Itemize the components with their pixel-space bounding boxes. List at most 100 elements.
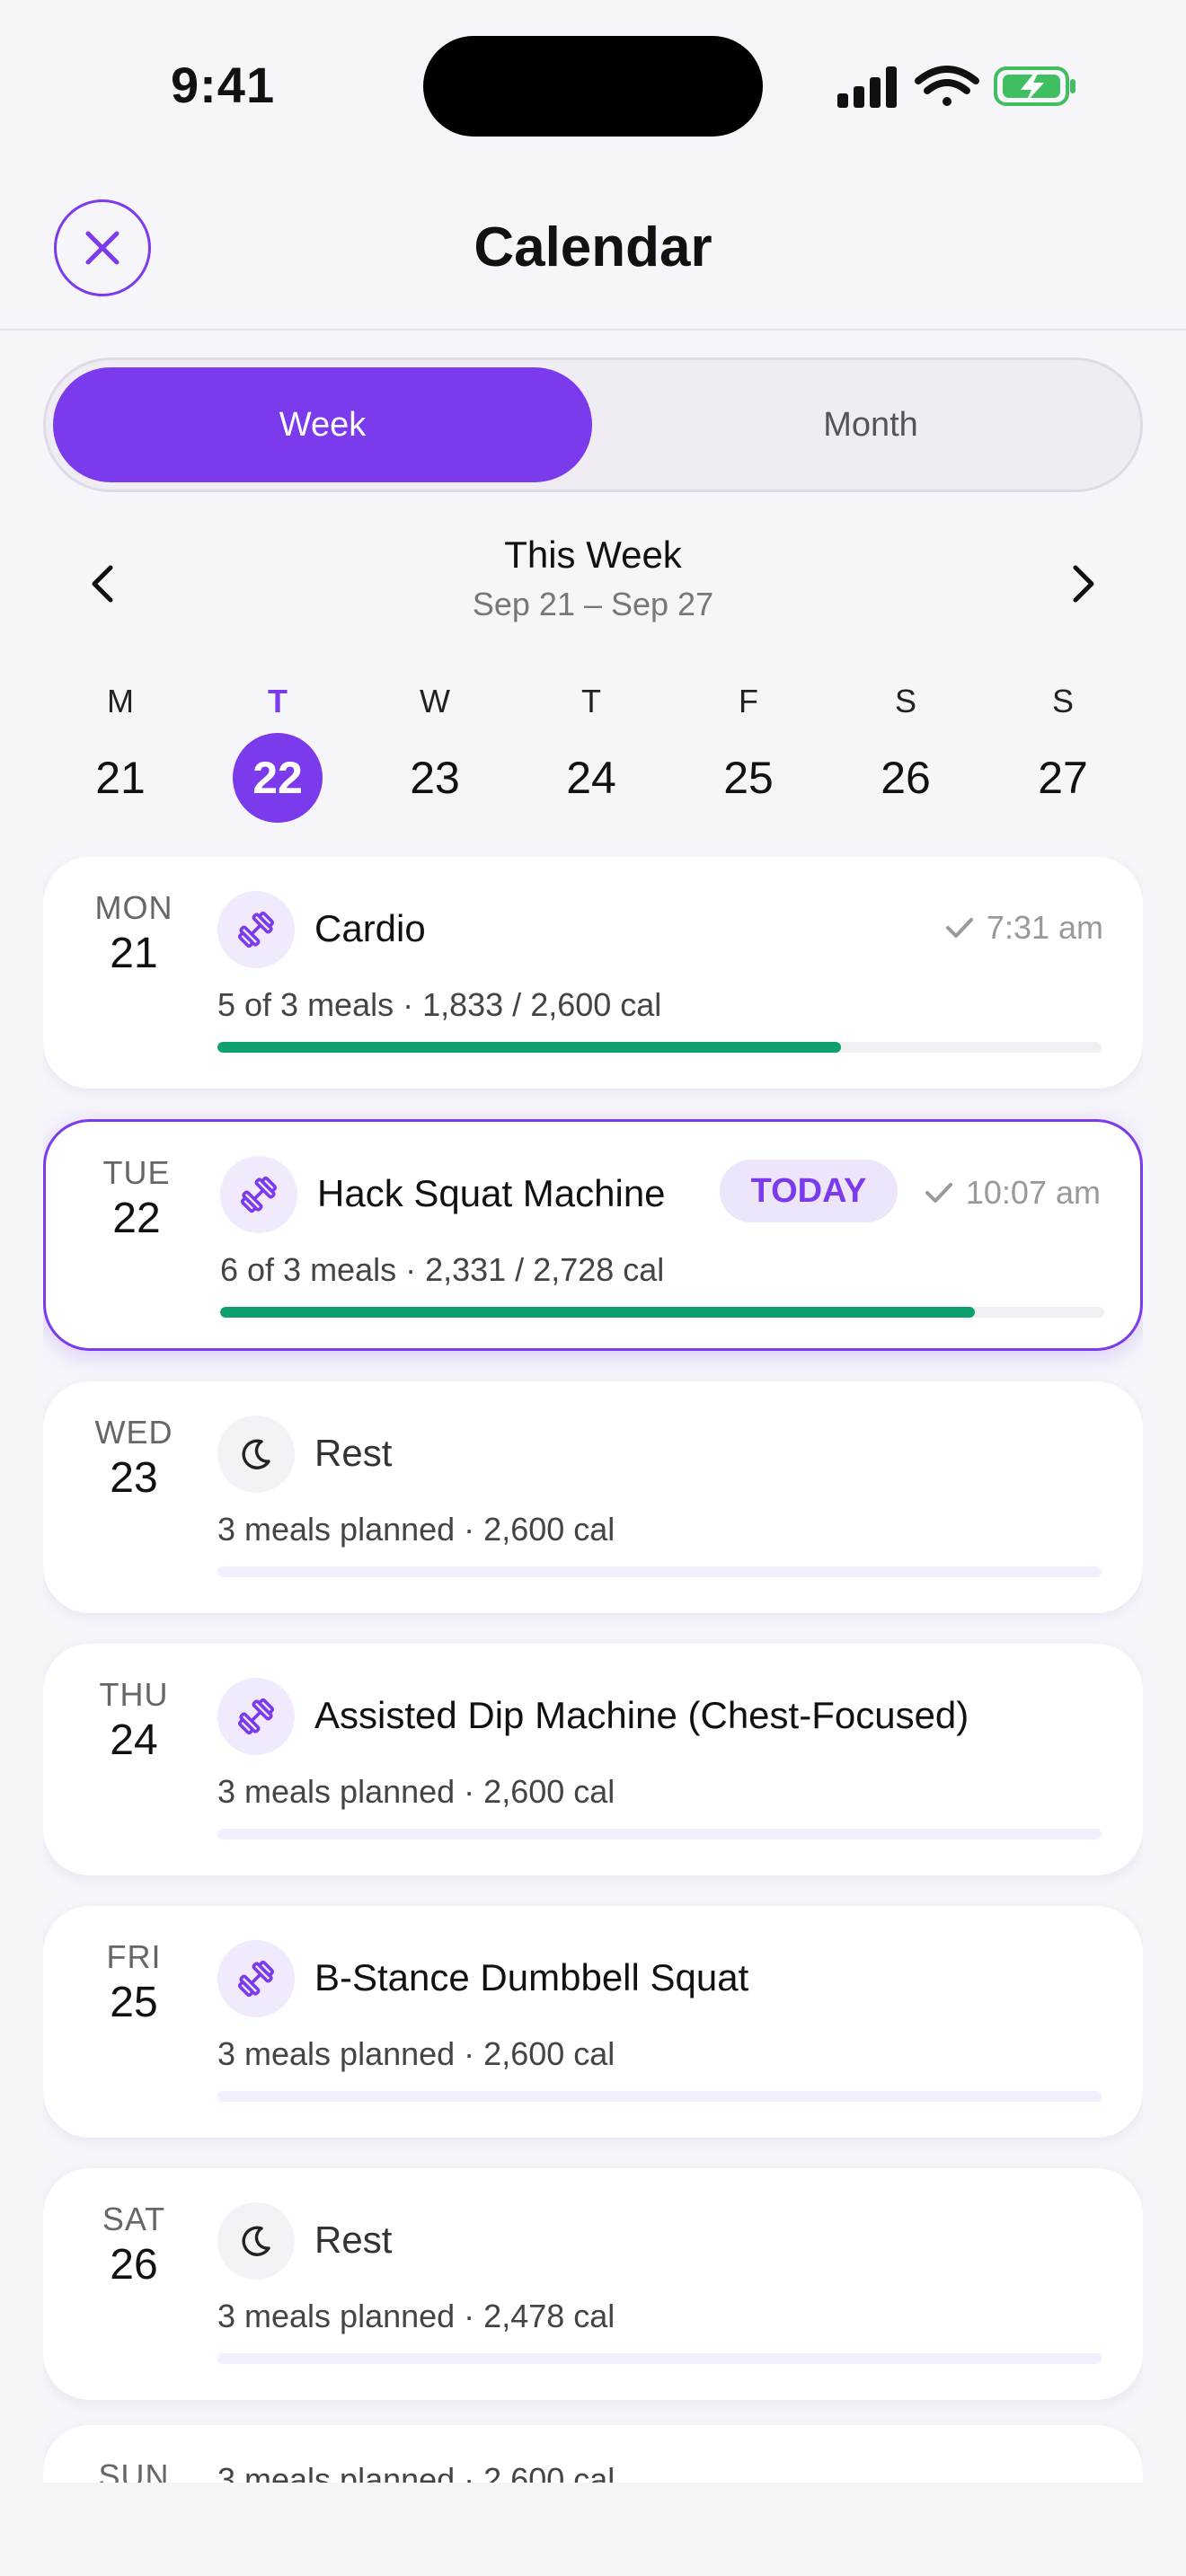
today-badge: TODAY bbox=[720, 1160, 898, 1222]
card-title: Cardio bbox=[314, 907, 426, 949]
calorie-progress-bar bbox=[217, 2353, 1102, 2364]
card-title: B-Stance Dumbbell Squat bbox=[314, 1956, 749, 1998]
calorie-progress-bar bbox=[217, 1829, 1102, 1839]
day-card-fri[interactable]: FRI 25 B-Stance Dumbbell Squat 3 meals p… bbox=[43, 1906, 1143, 2138]
day-letter: S bbox=[1051, 683, 1074, 719]
card-title: Rest bbox=[314, 2219, 393, 2261]
day-letter: M bbox=[107, 683, 134, 719]
week-day-strip: M 21 T 22 W 23 T 24 F 25 S 26 S 27 bbox=[0, 675, 1186, 828]
day-card-sun[interactable]: SUN 27 3 meals planned · 2,600 cal bbox=[43, 2425, 1143, 2483]
rest-icon-badge bbox=[217, 2202, 295, 2280]
day-letter: T bbox=[268, 683, 288, 719]
card-day-of-week: SUN bbox=[98, 2457, 170, 2483]
card-date: 23 bbox=[110, 1454, 158, 1502]
day-number: 23 bbox=[410, 753, 460, 803]
completed-time: 10:07 am bbox=[965, 1174, 1101, 1211]
day-card-tue[interactable]: TUE 22 Hack Squat Machine TODAY 10:07 am… bbox=[43, 1119, 1143, 1351]
day-number: 21 bbox=[95, 753, 146, 803]
day-letter: S bbox=[894, 683, 916, 719]
card-date: 21 bbox=[110, 930, 158, 977]
day-card-list: MON 21 Cardio 7:31 am 5 of 3 meals · 1,8… bbox=[43, 857, 1143, 2483]
day-picker-fri[interactable]: F 25 bbox=[695, 675, 802, 828]
moon-icon bbox=[242, 2226, 270, 2256]
day-picker-sat[interactable]: S 26 bbox=[852, 675, 960, 828]
dumbbell-icon bbox=[240, 1176, 278, 1213]
calorie-progress-fill bbox=[217, 1042, 841, 1053]
rest-icon-badge bbox=[217, 1416, 295, 1493]
card-summary: 3 meals planned · 2,600 cal bbox=[217, 1773, 615, 1810]
wifi-icon bbox=[915, 66, 979, 106]
cellular-signal-icon bbox=[837, 66, 897, 108]
day-card-thu[interactable]: THU 24 Assisted Dip Machine (Chest-Focus… bbox=[43, 1644, 1143, 1875]
day-number: 26 bbox=[881, 753, 931, 803]
battery-charging-icon bbox=[994, 66, 1075, 106]
card-summary: 5 of 3 meals · 1,833 / 2,600 cal bbox=[217, 986, 662, 1023]
status-icons bbox=[837, 66, 1075, 108]
day-letter: F bbox=[739, 683, 758, 719]
week-navigation: This Week Sep 21 – Sep 27 bbox=[0, 530, 1186, 638]
day-picker-mon[interactable]: M 21 bbox=[66, 675, 174, 828]
tab-month[interactable]: Month bbox=[603, 367, 1138, 482]
calorie-progress-bar bbox=[217, 1042, 1102, 1053]
day-card-mon[interactable]: MON 21 Cardio 7:31 am 5 of 3 meals · 1,8… bbox=[43, 857, 1143, 1089]
card-summary: 3 meals planned · 2,600 cal bbox=[217, 2461, 615, 2483]
checkmark-icon bbox=[925, 1183, 952, 1203]
day-number: 25 bbox=[723, 753, 774, 803]
card-title: Hack Squat Machine bbox=[317, 1172, 666, 1214]
card-day-of-week: THU bbox=[99, 1676, 169, 1713]
workout-icon-badge bbox=[217, 1678, 295, 1755]
workout-icon-badge bbox=[217, 891, 295, 968]
card-day-of-week: WED bbox=[94, 1414, 173, 1451]
header: Calendar bbox=[0, 162, 1186, 331]
completed-time: 7:31 am bbox=[986, 909, 1103, 946]
day-picker-wed[interactable]: W 23 bbox=[381, 675, 489, 828]
card-title: Rest bbox=[314, 1432, 393, 1474]
card-date: 26 bbox=[110, 2241, 158, 2289]
bottom-safe-area bbox=[0, 2483, 1186, 2576]
card-day-of-week: FRI bbox=[106, 1938, 162, 1975]
card-summary: 6 of 3 meals · 2,331 / 2,728 cal bbox=[220, 1251, 665, 1288]
status-time: 9:41 bbox=[171, 57, 276, 113]
status-bar: 9:41 bbox=[0, 0, 1186, 162]
calorie-progress-bar bbox=[217, 1566, 1102, 1577]
day-letter: W bbox=[420, 683, 450, 719]
calorie-progress-fill bbox=[220, 1307, 976, 1318]
workout-icon-badge bbox=[217, 1940, 295, 2017]
moon-icon bbox=[242, 1439, 270, 1469]
card-date: 25 bbox=[110, 1979, 158, 2026]
card-summary: 3 meals planned · 2,600 cal bbox=[217, 1511, 615, 1548]
dumbbell-icon bbox=[237, 1960, 275, 1998]
day-number: 27 bbox=[1038, 753, 1088, 803]
card-date: 24 bbox=[110, 1716, 158, 1764]
day-number-selected: 22 bbox=[233, 733, 323, 823]
week-title: This Week bbox=[504, 534, 682, 576]
dumbbell-icon bbox=[237, 911, 275, 948]
week-range: Sep 21 – Sep 27 bbox=[472, 586, 714, 622]
day-card-sat[interactable]: SAT 26 Rest 3 meals planned · 2,478 cal bbox=[43, 2168, 1143, 2400]
day-picker-tue[interactable]: T 22 bbox=[224, 675, 332, 828]
card-summary: 3 meals planned · 2,478 cal bbox=[217, 2298, 615, 2334]
day-picker-thu[interactable]: T 24 bbox=[537, 675, 645, 828]
card-day-of-week: SAT bbox=[102, 2201, 166, 2237]
tab-week[interactable]: Week bbox=[53, 367, 592, 482]
calorie-progress-bar bbox=[217, 2091, 1102, 2102]
completed-status: 7:31 am bbox=[945, 909, 1103, 947]
day-card-wed[interactable]: WED 23 Rest 3 meals planned · 2,600 cal bbox=[43, 1381, 1143, 1613]
card-summary: 3 meals planned · 2,600 cal bbox=[217, 2035, 615, 2072]
workout-icon-badge bbox=[220, 1156, 297, 1233]
dumbbell-icon bbox=[237, 1698, 275, 1735]
card-date: 22 bbox=[112, 1195, 161, 1242]
completed-status: 10:07 am bbox=[925, 1174, 1101, 1212]
card-title: Assisted Dip Machine (Chest-Focused) bbox=[314, 1694, 969, 1736]
day-number: 24 bbox=[566, 753, 616, 803]
day-picker-sun[interactable]: S 27 bbox=[1009, 675, 1117, 828]
chevron-right-icon bbox=[1073, 565, 1094, 603]
calorie-progress-bar bbox=[220, 1307, 1104, 1318]
card-day-of-week: TUE bbox=[102, 1154, 171, 1191]
card-day-of-week: MON bbox=[94, 889, 173, 926]
day-letter: T bbox=[581, 683, 601, 719]
page-title: Calendar bbox=[474, 216, 712, 278]
dynamic-island bbox=[423, 36, 763, 137]
view-toggle: Week Month bbox=[43, 357, 1143, 492]
next-week-button[interactable] bbox=[1057, 557, 1111, 611]
